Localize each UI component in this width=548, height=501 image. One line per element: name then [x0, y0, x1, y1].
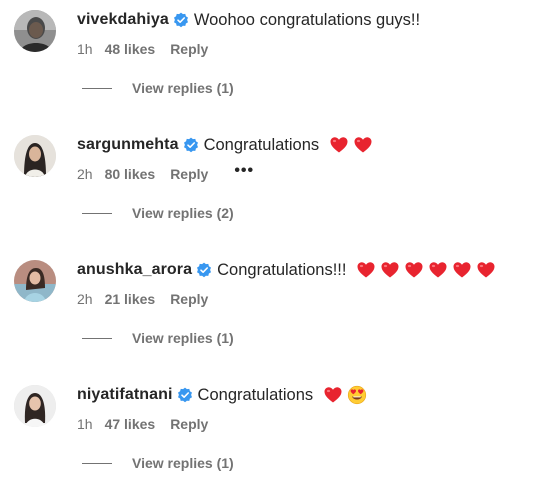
view-replies-button[interactable]: View replies (2) [82, 205, 234, 221]
likes-count[interactable]: 21 likes [105, 291, 156, 307]
comment-meta: 1h 48 likes Reply [77, 41, 208, 57]
red-heart-icon [381, 262, 399, 278]
username[interactable]: anushka_arora [77, 261, 192, 279]
likes-count[interactable]: 48 likes [105, 41, 156, 57]
avatar[interactable] [14, 260, 56, 302]
username[interactable]: sargunmehta [77, 136, 179, 154]
timestamp[interactable]: 2h [77, 291, 93, 307]
timestamp[interactable]: 1h [77, 416, 93, 432]
heart-eyes-face-icon [348, 385, 367, 405]
replies-divider [82, 337, 112, 339]
avatar[interactable] [14, 10, 56, 52]
likes-count[interactable]: 80 likes [105, 166, 156, 182]
red-heart-icon [330, 137, 348, 153]
emoji-row [325, 135, 373, 155]
red-heart-icon [453, 262, 471, 278]
view-replies-label: View replies (1) [132, 330, 234, 346]
comment-text: Congratulations!!! [217, 260, 347, 279]
comment-line: sargunmehta Congratulations [77, 133, 373, 157]
avatar[interactable] [14, 135, 56, 177]
username[interactable]: niyatifatnani [77, 386, 173, 404]
reply-button[interactable]: Reply [170, 291, 208, 307]
verified-badge-icon [197, 262, 212, 278]
view-replies-label: View replies (2) [132, 205, 234, 221]
red-heart-icon [405, 262, 423, 278]
more-options-icon[interactable]: ••• [234, 163, 254, 179]
emoji-row [319, 385, 367, 405]
view-replies-button[interactable]: View replies (1) [82, 455, 234, 471]
comment-meta: 2h 21 likes Reply [77, 291, 208, 307]
reply-button[interactable]: Reply [170, 416, 208, 432]
likes-count[interactable]: 47 likes [105, 416, 156, 432]
verified-badge-icon [177, 387, 192, 403]
comment-item: anushka_arora Congratulations!!! 2h 21 l… [0, 250, 548, 375]
reply-button[interactable]: Reply [170, 166, 208, 182]
view-replies-label: View replies (1) [132, 455, 234, 471]
comment-meta: 2h 80 likes Reply ••• [77, 163, 254, 183]
red-heart-icon [429, 262, 447, 278]
comment-text: Congratulations [197, 385, 314, 404]
verified-badge-icon [173, 12, 188, 28]
comment-item: sargunmehta Congratulations 2h 80 likes … [0, 125, 548, 250]
reply-button[interactable]: Reply [170, 41, 208, 57]
red-heart-icon [357, 262, 375, 278]
red-heart-icon [324, 387, 342, 403]
timestamp[interactable]: 1h [77, 41, 93, 57]
avatar[interactable] [14, 385, 56, 427]
comment-text: Woohoo congratulations guys!! [193, 10, 421, 29]
replies-divider [82, 462, 112, 464]
comment-line: anushka_arora Congratulations!!! [77, 258, 496, 282]
red-heart-icon [477, 262, 495, 278]
timestamp[interactable]: 2h [77, 166, 93, 182]
comment-line: niyatifatnani Congratulations [77, 383, 367, 407]
username[interactable]: vivekdahiya [77, 11, 169, 29]
comment-text: Congratulations [203, 135, 320, 154]
replies-divider [82, 87, 112, 89]
emoji-row [352, 260, 496, 280]
replies-divider [82, 212, 112, 214]
view-replies-button[interactable]: View replies (1) [82, 330, 234, 346]
red-heart-icon [354, 137, 372, 153]
comment-item: niyatifatnani Congratulations 1h 47 like… [0, 375, 548, 500]
verified-badge-icon [183, 137, 198, 153]
view-replies-label: View replies (1) [132, 80, 234, 96]
view-replies-button[interactable]: View replies (1) [82, 80, 234, 96]
comment-item: vivekdahiya Woohoo congratulations guys!… [0, 0, 548, 125]
comment-meta: 1h 47 likes Reply [77, 416, 208, 432]
comment-line: vivekdahiya Woohoo congratulations guys!… [77, 8, 420, 32]
